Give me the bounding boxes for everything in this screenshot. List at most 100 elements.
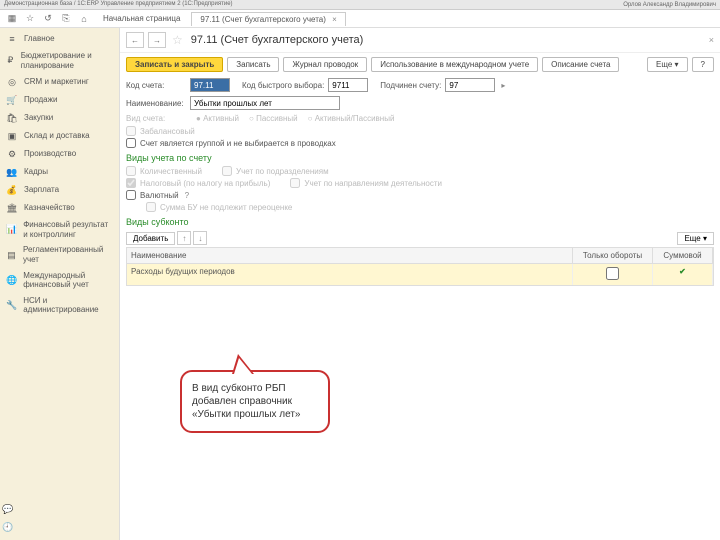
sidebar-item-nsi[interactable]: 🔧НСИ и администрирование bbox=[0, 293, 119, 318]
star-icon[interactable]: ☆ bbox=[22, 12, 38, 26]
sales-icon: 🛒 bbox=[6, 94, 18, 106]
open-parent-icon[interactable]: ▸ bbox=[501, 81, 505, 90]
table-row[interactable]: Расходы будущих периодов ✔ bbox=[127, 264, 713, 285]
page-title: 97.11 (Счет бухгалтерского учета) bbox=[191, 34, 364, 46]
type-label: Вид счета: bbox=[126, 114, 186, 123]
journal-button[interactable]: Журнал проводок bbox=[283, 57, 367, 72]
radio-ap[interactable]: ○ Активный/Пассивный bbox=[308, 114, 395, 123]
action-toolbar: Записать и закрыть Записать Журнал прово… bbox=[120, 53, 720, 76]
chat-icon[interactable]: 💬 bbox=[2, 504, 14, 516]
cart-icon: 🛍 bbox=[6, 112, 18, 124]
content-header: ← → ☆ 97.11 (Счет бухгалтерского учета) … bbox=[120, 28, 720, 53]
code-input[interactable] bbox=[190, 78, 230, 92]
row-name: Расходы будущих периодов bbox=[127, 264, 573, 285]
sidebar-item-sales[interactable]: 🛒Продажи bbox=[0, 91, 119, 109]
cb-currency-label: Валютный bbox=[140, 191, 179, 200]
apps-icon[interactable]: ▦ bbox=[4, 12, 20, 26]
parent-label: Подчинен счету: bbox=[380, 81, 441, 90]
radio-passive[interactable]: ○ Пассивный bbox=[249, 114, 298, 123]
help-button[interactable]: ? bbox=[692, 57, 714, 72]
cb-tax bbox=[126, 178, 136, 188]
content-area: ← → ☆ 97.11 (Счет бухгалтерского учета) … bbox=[120, 28, 720, 540]
save-button[interactable]: Записать bbox=[227, 57, 279, 72]
sidebar-item-finance[interactable]: 📊Финансовый результат и контроллинг bbox=[0, 217, 119, 242]
cb-qty-label: Количественный bbox=[140, 167, 202, 176]
cb-dir-label: Учет по направлениям деятельности bbox=[304, 179, 442, 188]
sidebar-item-salary[interactable]: 💰Зарплата bbox=[0, 181, 119, 199]
link-icon[interactable]: ⎘ bbox=[58, 12, 74, 26]
parent-input[interactable] bbox=[445, 78, 495, 92]
fast-label: Код быстрого выбора: bbox=[242, 81, 324, 90]
money-icon: 💰 bbox=[6, 184, 18, 196]
budget-icon: ₽ bbox=[6, 55, 15, 67]
nav-back-button[interactable]: ← bbox=[126, 32, 144, 48]
cb-offbalance-label: Забалансовый bbox=[140, 127, 195, 136]
name-label: Наименование: bbox=[126, 99, 186, 108]
sidebar: ≡Главное ₽Бюджетирование и планирование … bbox=[0, 28, 120, 540]
cb-dept-label: Учет по подразделениям bbox=[236, 167, 329, 176]
annotation-callout: В вид субконто РБП добавлен справочник «… bbox=[180, 370, 330, 433]
favorite-icon[interactable]: ☆ bbox=[172, 33, 183, 47]
cb-group[interactable] bbox=[126, 138, 136, 148]
close-icon[interactable]: × bbox=[709, 35, 714, 45]
sidebar-item-regaccounting[interactable]: ▤Регламентированный учет bbox=[0, 242, 119, 267]
help-icon[interactable]: ? bbox=[185, 191, 189, 200]
cb-bu bbox=[146, 202, 156, 212]
subkonto-table: Наименование Только обороты Суммовой Рас… bbox=[126, 247, 714, 286]
sidebar-item-crm[interactable]: ◎CRM и маркетинг bbox=[0, 73, 119, 91]
globe-icon: 🌐 bbox=[6, 274, 17, 286]
nav-forward-button[interactable]: → bbox=[148, 32, 166, 48]
sidebar-item-main[interactable]: ≡Главное bbox=[0, 30, 119, 48]
tab-account[interactable]: 97.11 (Счет бухгалтерского учета) × bbox=[191, 12, 345, 26]
radio-active[interactable]: ● Активный bbox=[196, 114, 239, 123]
add-button[interactable]: Добавить bbox=[126, 232, 175, 245]
sidebar-item-budget[interactable]: ₽Бюджетирование и планирование bbox=[0, 48, 119, 73]
col-sum: Суммовой bbox=[653, 248, 713, 263]
name-input[interactable] bbox=[190, 96, 340, 110]
description-button[interactable]: Описание счета bbox=[542, 57, 619, 72]
chart-icon: 📊 bbox=[6, 224, 17, 236]
sidebar-item-production[interactable]: ⚙Производство bbox=[0, 145, 119, 163]
crm-icon: ◎ bbox=[6, 76, 18, 88]
cb-bu-label: Сумма БУ не подлежит переоценке bbox=[160, 203, 292, 212]
sidebar-item-hr[interactable]: 👥Кадры bbox=[0, 163, 119, 181]
bottom-icons: 💬 🕘 bbox=[2, 504, 14, 534]
people-icon: 👥 bbox=[6, 166, 18, 178]
bank-icon: 🏛 bbox=[6, 202, 18, 214]
code-label: Код счета: bbox=[126, 81, 186, 90]
intl-button[interactable]: Использование в международном учете bbox=[371, 57, 538, 72]
section-subkonto: Виды субконто bbox=[120, 213, 720, 229]
cb-offbalance bbox=[126, 126, 136, 136]
user-name: Орлов Александр Владимирович bbox=[623, 2, 716, 8]
clock-icon[interactable]: 🕘 bbox=[2, 522, 14, 534]
app-title: Демонстрационная база / 1С:ERP Управлени… bbox=[4, 1, 233, 8]
cb-tax-label: Налоговый (по налогу на прибыль) bbox=[140, 179, 270, 188]
cb-turnover[interactable] bbox=[606, 267, 619, 280]
sidebar-item-warehouse[interactable]: ▣Склад и доставка bbox=[0, 127, 119, 145]
top-toolbar: ▦ ☆ ↺ ⎘ ⌂ Начальная страница 97.11 (Счет… bbox=[0, 10, 720, 28]
tab-home[interactable]: Начальная страница bbox=[94, 11, 189, 26]
doc-icon: ▤ bbox=[6, 249, 17, 261]
gear-icon: ⚙ bbox=[6, 148, 18, 160]
row-turnover[interactable] bbox=[573, 264, 653, 285]
box-icon: ▣ bbox=[6, 130, 18, 142]
col-name: Наименование bbox=[127, 248, 573, 263]
sidebar-item-purchase[interactable]: 🛍Закупки bbox=[0, 109, 119, 127]
cb-dir bbox=[290, 178, 300, 188]
home-icon[interactable]: ⌂ bbox=[76, 12, 92, 26]
history-icon[interactable]: ↺ bbox=[40, 12, 56, 26]
save-close-button[interactable]: Записать и закрыть bbox=[126, 57, 223, 72]
move-down-icon[interactable]: ↓ bbox=[193, 231, 207, 245]
col-turnover: Только обороты bbox=[573, 248, 653, 263]
cb-currency[interactable] bbox=[126, 190, 136, 200]
more2-button[interactable]: Еще ▾ bbox=[677, 232, 714, 245]
menu-icon: ≡ bbox=[6, 33, 18, 45]
cb-qty bbox=[126, 166, 136, 176]
more-button[interactable]: Еще ▾ bbox=[647, 57, 688, 72]
cb-group-label: Счет является группой и не выбирается в … bbox=[140, 139, 336, 148]
tab-close-icon[interactable]: × bbox=[332, 15, 337, 24]
move-up-icon[interactable]: ↑ bbox=[177, 231, 191, 245]
sidebar-item-treasury[interactable]: 🏛Казначейство bbox=[0, 199, 119, 217]
fast-input[interactable] bbox=[328, 78, 368, 92]
sidebar-item-intl[interactable]: 🌐Международный финансовый учет bbox=[0, 268, 119, 293]
